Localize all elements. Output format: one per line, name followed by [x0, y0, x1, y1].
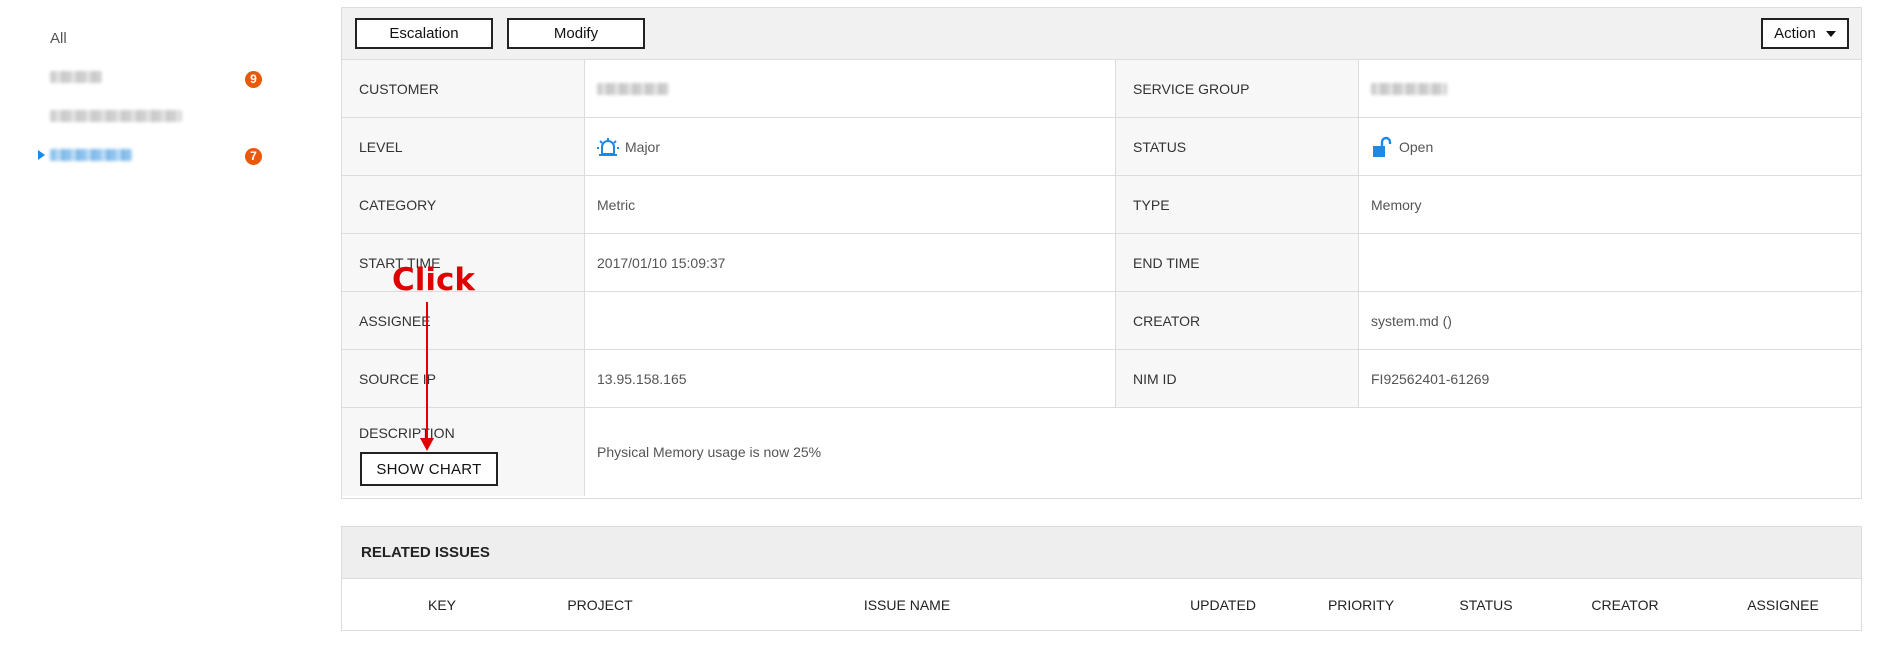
category-label: CATEGORY [342, 176, 585, 234]
level-text: Major [625, 138, 661, 155]
column-header-creator[interactable]: CREATOR [1591, 579, 1658, 631]
service-group-value [1359, 60, 1861, 118]
click-annotation-text: Click [392, 262, 475, 298]
assignee-value [585, 292, 1116, 350]
modify-button[interactable]: Modify [507, 18, 645, 49]
sidebar: All 9 7 [0, 0, 300, 649]
description-row: DESCRIPTION SHOW CHART Physical Memory u… [342, 408, 1861, 496]
type-value: Memory [1359, 176, 1861, 234]
selected-arrow-icon [38, 150, 45, 160]
escalation-button[interactable]: Escalation [355, 18, 493, 49]
source-ip-value: 13.95.158.165 [585, 350, 1116, 408]
level-value: Major [585, 118, 1116, 176]
category-value: Metric [585, 176, 1116, 234]
redacted-label [50, 71, 102, 83]
show-chart-button[interactable]: SHOW CHART [360, 452, 498, 486]
sidebar-item-group-3[interactable] [50, 144, 132, 166]
level-label: LEVEL [342, 118, 585, 176]
status-value: Open [1359, 118, 1861, 176]
customer-value [585, 60, 1116, 118]
redacted-label [50, 110, 182, 122]
related-issues-header-row: KEY PROJECT ISSUE NAME UPDATED PRIORITY … [342, 579, 1861, 631]
action-dropdown-button[interactable]: Action [1761, 18, 1849, 49]
assignee-label: ASSIGNEE [342, 292, 585, 350]
status-text: Open [1399, 138, 1434, 155]
column-header-assignee[interactable]: ASSIGNEE [1747, 579, 1819, 631]
sidebar-item-count-badge: 9 [245, 71, 262, 88]
annotation-arrow-icon [420, 302, 434, 451]
description-value: Physical Memory usage is now 25% [597, 444, 822, 460]
related-issues-panel: RELATED ISSUES KEY PROJECT ISSUE NAME UP… [341, 526, 1862, 631]
column-header-key[interactable]: KEY [428, 579, 456, 631]
nim-id-value: FI92562401-61269 [1359, 350, 1861, 408]
alarm-light-icon [597, 137, 619, 156]
description-label: DESCRIPTION [359, 425, 455, 441]
column-header-status[interactable]: STATUS [1459, 579, 1512, 631]
creator-value: system.md () [1359, 292, 1861, 350]
end-time-label: END TIME [1116, 234, 1359, 292]
customer-label: CUSTOMER [342, 60, 585, 118]
sidebar-item-group-2[interactable] [50, 105, 182, 127]
issue-detail-panel: Escalation Modify Action CUSTOMER SERVIC… [341, 7, 1862, 499]
show-chart-label: SHOW CHART [376, 460, 482, 478]
type-label: TYPE [1116, 176, 1359, 234]
column-header-priority[interactable]: PRIORITY [1328, 579, 1394, 631]
detail-grid: CUSTOMER SERVICE GROUP LEVEL Major STATU… [342, 60, 1861, 408]
service-group-label: SERVICE GROUP [1116, 60, 1359, 118]
unlock-icon [1373, 136, 1392, 157]
nim-id-label: NIM ID [1116, 350, 1359, 408]
sidebar-item-count-badge: 7 [245, 148, 262, 165]
sidebar-item-all[interactable]: All [50, 28, 67, 50]
column-header-project[interactable]: PROJECT [567, 579, 632, 631]
source-ip-label: SOURCE IP [342, 350, 585, 408]
redacted-value [1371, 82, 1447, 95]
creator-label: CREATOR [1116, 292, 1359, 350]
escalation-button-label: Escalation [389, 25, 459, 42]
column-header-issue-name[interactable]: ISSUE NAME [864, 579, 950, 631]
toolbar: Escalation Modify Action [342, 8, 1861, 60]
start-time-value: 2017/01/10 15:09:37 [585, 234, 1116, 292]
status-label: STATUS [1116, 118, 1359, 176]
redacted-value [597, 82, 669, 95]
sidebar-item-all-label: All [50, 30, 67, 47]
column-header-updated[interactable]: UPDATED [1190, 579, 1256, 631]
end-time-value [1359, 234, 1861, 292]
modify-button-label: Modify [553, 25, 599, 42]
related-issues-title: RELATED ISSUES [342, 527, 1861, 579]
description-label-cell: DESCRIPTION SHOW CHART [342, 408, 585, 496]
redacted-label [50, 149, 132, 161]
sidebar-item-group-1[interactable] [50, 66, 102, 88]
action-button-label: Action [1774, 25, 1816, 42]
caret-down-icon [1825, 30, 1836, 37]
